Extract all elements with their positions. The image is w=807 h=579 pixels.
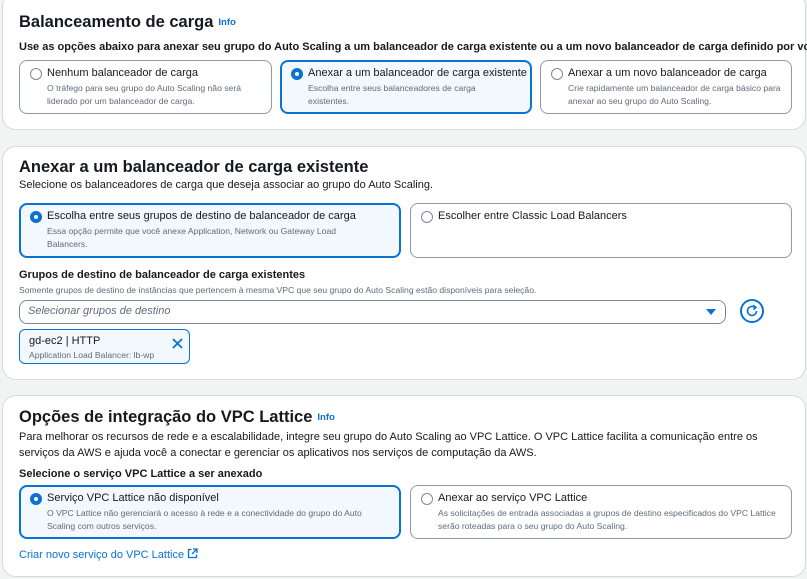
- option-title: Escolher entre Classic Load Balancers: [438, 210, 627, 222]
- load-balancing-title: Balanceamento de carga: [19, 13, 214, 31]
- option-description: Essa opção permite que você anexe Applic…: [47, 226, 337, 249]
- radio-no-load-balancer[interactable]: [30, 68, 42, 80]
- radio-attach-lattice[interactable]: [421, 493, 433, 505]
- select-placeholder: Selecionar grupos de destino: [28, 305, 171, 317]
- external-link-icon: [187, 548, 198, 559]
- vpc-lattice-description: Para melhorar os recursos de rede e a es…: [19, 431, 758, 459]
- create-link-label: Criar novo serviço do VPC Lattice: [19, 549, 185, 561]
- option-description: O tráfego para seu grupo do Auto Scaling…: [47, 83, 241, 106]
- option-title: Anexar a um novo balanceador de carga: [568, 67, 767, 79]
- radio-attach-existing[interactable]: [291, 68, 303, 80]
- option-no-load-balancer[interactable]: Nenhum balanceador de carga O tráfego pa…: [19, 60, 272, 114]
- vpc-lattice-panel: Opções de integração do VPC Lattice Info …: [2, 395, 806, 577]
- target-groups-label: Grupos de destino de balanceador de carg…: [19, 269, 306, 281]
- option-description: Escolha entre seus balanceadores de carg…: [308, 83, 476, 106]
- vpc-lattice-title: Opções de integração do VPC Lattice: [19, 408, 313, 426]
- info-link[interactable]: Info: [317, 412, 334, 423]
- radio-classic-load-balancers[interactable]: [421, 211, 433, 223]
- load-balancing-heading: Balanceamento de carga Info: [19, 13, 236, 32]
- target-group-token: gd-ec2 | HTTP Application Load Balancer:…: [19, 329, 190, 364]
- option-lattice-unavailable[interactable]: Serviço VPC Lattice não disponível O VPC…: [19, 485, 401, 539]
- option-title: Escolha entre seus grupos de destino de …: [47, 210, 356, 222]
- info-link[interactable]: Info: [218, 17, 235, 28]
- vpc-lattice-heading: Opções de integração do VPC Lattice Info: [19, 408, 335, 427]
- load-balancing-description: Use as opções abaixo para anexar seu gru…: [19, 41, 807, 53]
- option-title: Anexar a um balanceador de carga existen…: [308, 67, 527, 79]
- attach-existing-title: Anexar a um balanceador de carga existen…: [19, 158, 369, 176]
- option-title: Anexar ao serviço VPC Lattice: [438, 492, 588, 504]
- load-balancing-panel: Balanceamento de carga Info Use as opções…: [2, 0, 807, 130]
- option-target-groups[interactable]: Escolha entre seus grupos de destino de …: [19, 203, 401, 258]
- target-groups-select[interactable]: Selecionar grupos de destino: [19, 300, 726, 324]
- attach-existing-description: Selecione os balanceadores de carga que …: [19, 179, 434, 191]
- option-classic-load-balancers[interactable]: Escolher entre Classic Load Balancers: [410, 203, 792, 258]
- radio-lattice-unavailable[interactable]: [30, 493, 42, 505]
- token-detail: Application Load Balancer: lb-wp: [29, 350, 155, 360]
- option-attach-new[interactable]: Anexar a um novo balanceador de carga Cr…: [540, 60, 792, 114]
- option-attach-lattice[interactable]: Anexar ao serviço VPC Lattice As solicit…: [410, 485, 792, 539]
- create-lattice-service-link[interactable]: Criar novo serviço do VPC Lattice: [19, 548, 198, 561]
- option-title: Nenhum balanceador de carga: [47, 67, 199, 79]
- option-description: O VPC Lattice não gerenciará o acesso à …: [47, 508, 362, 531]
- attach-existing-panel: Anexar a um balanceador de carga existen…: [2, 146, 806, 380]
- refresh-icon[interactable]: [740, 299, 764, 323]
- caret-down-icon: [706, 309, 716, 315]
- vpc-lattice-select-label: Selecione o serviço VPC Lattice a ser an…: [19, 468, 263, 480]
- option-title: Serviço VPC Lattice não disponível: [47, 492, 219, 504]
- radio-target-groups[interactable]: [30, 211, 42, 223]
- option-description: Crie rapidamente um balanceador de carga…: [568, 83, 781, 106]
- radio-attach-new[interactable]: [551, 68, 563, 80]
- option-description: As solicitações de entrada associadas a …: [438, 508, 776, 531]
- close-icon[interactable]: [172, 336, 183, 354]
- token-name: gd-ec2 | HTTP: [29, 335, 101, 347]
- target-groups-hint: Somente grupos de destino de instâncias …: [19, 285, 537, 295]
- option-attach-existing[interactable]: Anexar a um balanceador de carga existen…: [280, 60, 532, 114]
